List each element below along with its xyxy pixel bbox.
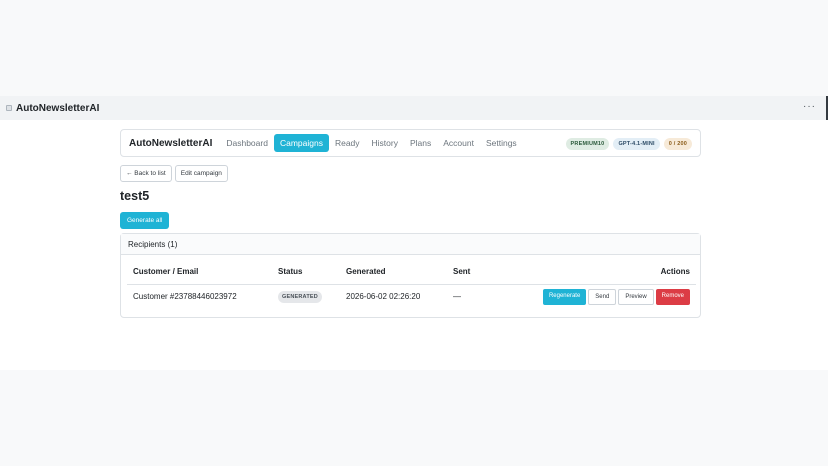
preview-button[interactable]: Preview [618,289,654,305]
recipients-card: Recipients (1) Customer / Email Status G… [120,233,701,318]
col-sent: Sent [453,267,471,276]
nav-settings[interactable]: Settings [480,134,523,152]
model-badge: GPT-4.1-MINI [613,138,660,150]
customer-cell: Customer #23788446023972 [133,292,237,301]
table-row: Customer #23788446023972 GENERATED 2026-… [133,289,690,307]
table-header: Customer / Email Status Generated Sent A… [133,267,690,281]
col-generated: Generated [346,267,386,276]
col-status: Status [278,267,303,276]
col-customer: Customer / Email [133,267,199,276]
app-icon [6,105,12,111]
badges: PREMIUM10 GPT-4.1-MINI 0 / 200 [565,138,692,150]
page-title: test5 [120,189,150,203]
plan-badge: PREMIUM10 [565,138,610,150]
nav-account[interactable]: Account [437,134,480,152]
recipients-header: Recipients (1) [121,234,700,255]
nav-dashboard[interactable]: Dashboard [220,134,274,152]
row-actions: Regenerate Send Preview Remove [542,289,690,305]
campaign-toolbar: ← Back to list Edit campaign [120,165,228,182]
remove-button[interactable]: Remove [655,289,690,305]
edit-campaign-button[interactable]: Edit campaign [174,165,228,182]
send-button[interactable]: Send [588,289,617,305]
nav-campaigns[interactable]: Campaigns [273,134,329,152]
window-titlebar: AutoNewsletterAI ··· [0,96,828,120]
generated-cell: 2026-06-02 02:26:20 [346,292,421,301]
more-icon[interactable]: ··· [803,101,816,112]
regenerate-button[interactable]: Regenerate [542,289,587,305]
nav-plans[interactable]: Plans [404,134,437,152]
col-actions: Actions [660,267,690,276]
table-divider [127,284,696,285]
status-badge: GENERATED [278,291,322,303]
generate-all-button[interactable]: Generate all [120,212,170,229]
window-title: AutoNewsletterAI [16,102,100,114]
sent-cell: — [453,292,461,301]
usage-badge: 0 / 200 [663,138,692,150]
back-button[interactable]: ← Back to list [120,165,172,182]
nav-ready[interactable]: Ready [329,134,366,152]
brand[interactable]: AutoNewsletterAI [129,138,212,149]
navbar: AutoNewsletterAI Dashboard Campaigns Rea… [120,129,701,157]
nav-history[interactable]: History [366,134,404,152]
